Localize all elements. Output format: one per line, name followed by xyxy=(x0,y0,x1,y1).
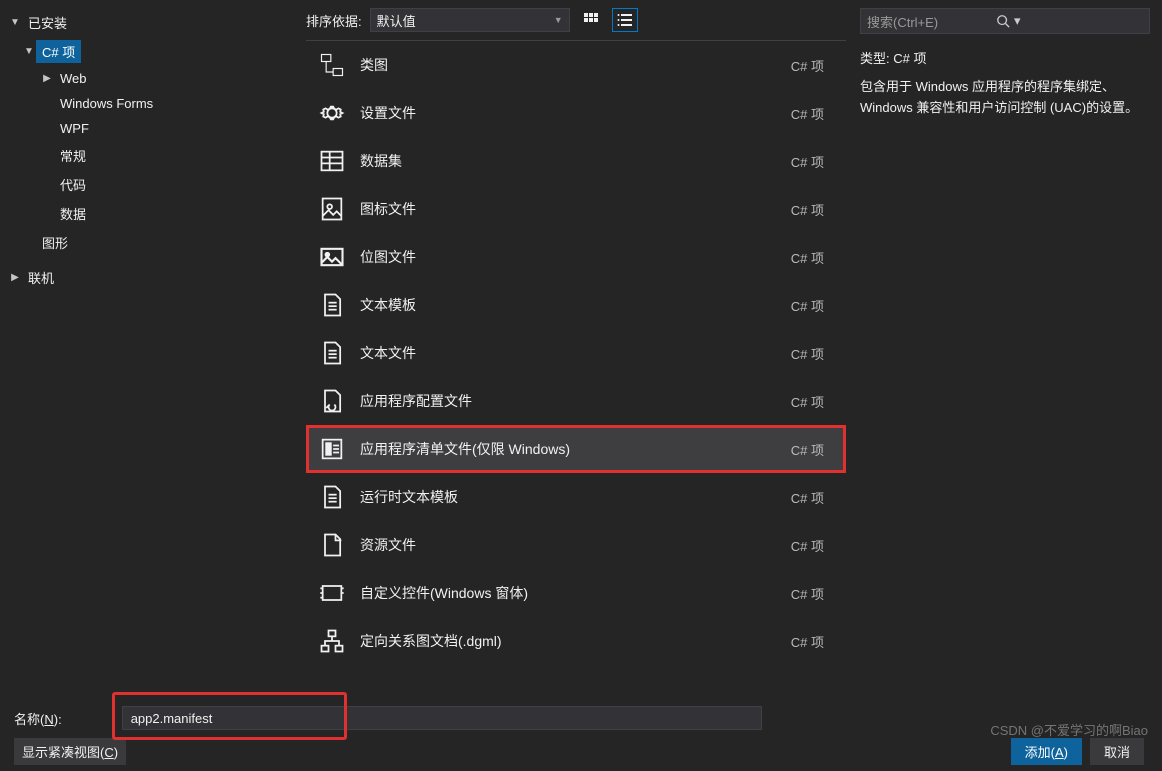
template-type: C# 项 xyxy=(791,152,834,171)
template-item[interactable]: 文本模板 C# 项 xyxy=(306,281,846,329)
template-type: C# 项 xyxy=(791,536,834,555)
tree-item[interactable]: ▼C# 项 xyxy=(8,37,300,66)
cancel-button[interactable]: 取消 xyxy=(1090,738,1144,765)
template-item[interactable]: 应用程序清单文件(仅限 Windows) C# 项 xyxy=(306,425,846,473)
template-type: C# 项 xyxy=(791,104,834,123)
dataset-icon xyxy=(318,147,346,175)
list-view-button[interactable] xyxy=(612,8,638,32)
tree-item[interactable]: ▶Web xyxy=(8,66,300,91)
grid-view-button[interactable] xyxy=(578,8,604,32)
template-type: C# 项 xyxy=(791,56,834,75)
grid-icon xyxy=(583,12,599,28)
tree-installed[interactable]: ▼ 已安装 xyxy=(8,8,300,37)
template-name: 自定义控件(Windows 窗体) xyxy=(360,583,777,603)
chevron-right-icon: ▶ xyxy=(8,272,22,283)
template-type: C# 项 xyxy=(791,488,834,507)
icon-file-icon xyxy=(318,195,346,223)
search-input[interactable]: 搜索(Ctrl+E) ▾ xyxy=(860,8,1150,34)
detail-description: 包含用于 Windows 应用程序的程序集绑定、Windows 兼容性和用户访问… xyxy=(860,77,1150,119)
tree-online[interactable]: ▶ 联机 xyxy=(8,263,300,292)
tree-item[interactable]: Windows Forms xyxy=(8,91,300,116)
wrench-icon xyxy=(318,387,346,415)
chevron-right-icon: ▶ xyxy=(40,73,54,84)
template-item[interactable]: 类图 C# 项 xyxy=(306,41,846,89)
chevron-down-icon: ▼ xyxy=(8,17,22,28)
doc-icon xyxy=(318,483,346,511)
template-name: 设置文件 xyxy=(360,103,777,123)
template-type: C# 项 xyxy=(791,344,834,363)
resource-icon xyxy=(318,531,346,559)
tree-item-label: 数据 xyxy=(54,202,92,225)
template-type: C# 项 xyxy=(791,392,834,411)
add-button[interactable]: 添加(A) xyxy=(1011,738,1082,765)
template-type: C# 项 xyxy=(791,440,834,459)
template-name: 运行时文本模板 xyxy=(360,487,777,507)
control-icon xyxy=(318,579,346,607)
image-icon xyxy=(318,243,346,271)
name-row: 名称(N): xyxy=(0,696,1162,730)
template-item[interactable]: 应用程序配置文件 C# 项 xyxy=(306,377,846,425)
template-item[interactable]: 图标文件 C# 项 xyxy=(306,185,846,233)
template-name: 数据集 xyxy=(360,151,777,171)
list-icon xyxy=(617,12,633,28)
template-name: 图标文件 xyxy=(360,199,777,219)
tree-item-label: 图形 xyxy=(36,231,74,254)
template-name: 文本模板 xyxy=(360,295,777,315)
doc-icon xyxy=(318,339,346,367)
tree-item-label: 常规 xyxy=(54,144,92,167)
template-type: C# 项 xyxy=(791,200,834,219)
chevron-down-icon: ▼ xyxy=(22,46,36,57)
category-tree: ▼ 已安装 ▼C# 项▶WebWindows FormsWPF常规代码数据图形 … xyxy=(0,0,300,696)
template-name: 资源文件 xyxy=(360,535,777,555)
gear-icon xyxy=(318,99,346,127)
tree-item-label: WPF xyxy=(54,119,95,138)
footer: 显示紧凑视图(C) 添加(A) 取消 xyxy=(0,730,1162,771)
template-name: 文本文件 xyxy=(360,343,777,363)
template-item[interactable]: 定向关系图文档(.dgml) C# 项 xyxy=(306,617,846,665)
doc-icon xyxy=(318,291,346,319)
template-item[interactable]: 数据集 C# 项 xyxy=(306,137,846,185)
template-name: 定向关系图文档(.dgml) xyxy=(360,631,777,651)
class-diagram-icon xyxy=(318,51,346,79)
template-type: C# 项 xyxy=(791,632,834,651)
template-name: 类图 xyxy=(360,55,777,75)
tree-item[interactable]: 图形 xyxy=(8,228,300,257)
tree-item[interactable]: WPF xyxy=(8,116,300,141)
manifest-icon xyxy=(318,435,346,463)
search-icon xyxy=(996,14,1010,28)
template-name: 应用程序清单文件(仅限 Windows) xyxy=(360,439,777,459)
graph-icon xyxy=(318,627,346,655)
detail-type: 类型: C# 项 xyxy=(860,48,1150,67)
template-item[interactable]: 自定义控件(Windows 窗体) C# 项 xyxy=(306,569,846,617)
tree-item-label: 代码 xyxy=(54,173,92,196)
template-name: 应用程序配置文件 xyxy=(360,391,777,411)
sort-dropdown[interactable]: 默认值 ▼ xyxy=(370,8,570,32)
name-label: 名称(N): xyxy=(14,709,62,728)
template-type: C# 项 xyxy=(791,248,834,267)
template-item[interactable]: 设置文件 C# 项 xyxy=(306,89,846,137)
compact-view-button[interactable]: 显示紧凑视图(C) xyxy=(14,738,126,765)
chevron-down-icon: ▼ xyxy=(554,15,563,25)
tree-item-label: Windows Forms xyxy=(54,94,159,113)
template-name: 位图文件 xyxy=(360,247,777,267)
template-list[interactable]: 类图C# 项设置文件C# 项数据集C# 项图标文件C# 项位图文件C# 项文本模… xyxy=(306,40,846,696)
tree-item-label: C# 项 xyxy=(36,40,81,63)
tree-item[interactable]: 数据 xyxy=(8,199,300,228)
details-panel: 搜索(Ctrl+E) ▾ 类型: C# 项 包含用于 Windows 应用程序的… xyxy=(852,0,1162,696)
template-item[interactable]: 资源文件 C# 项 xyxy=(306,521,846,569)
template-type: C# 项 xyxy=(791,296,834,315)
template-item[interactable]: 运行时文本模板 C# 项 xyxy=(306,473,846,521)
template-panel: 排序依据: 默认值 ▼ 类图C# 项设置文件C# 项数据集C# 项图标文件C# … xyxy=(300,0,852,696)
sort-label: 排序依据: xyxy=(306,11,362,30)
tree-item-label: Web xyxy=(54,69,93,88)
template-type: C# 项 xyxy=(791,584,834,603)
tree-item[interactable]: 代码 xyxy=(8,170,300,199)
template-item[interactable]: 文本文件 C# 项 xyxy=(306,329,846,377)
name-input[interactable] xyxy=(122,706,762,730)
template-item[interactable]: 位图文件 C# 项 xyxy=(306,233,846,281)
tree-item[interactable]: 常规 xyxy=(8,141,300,170)
